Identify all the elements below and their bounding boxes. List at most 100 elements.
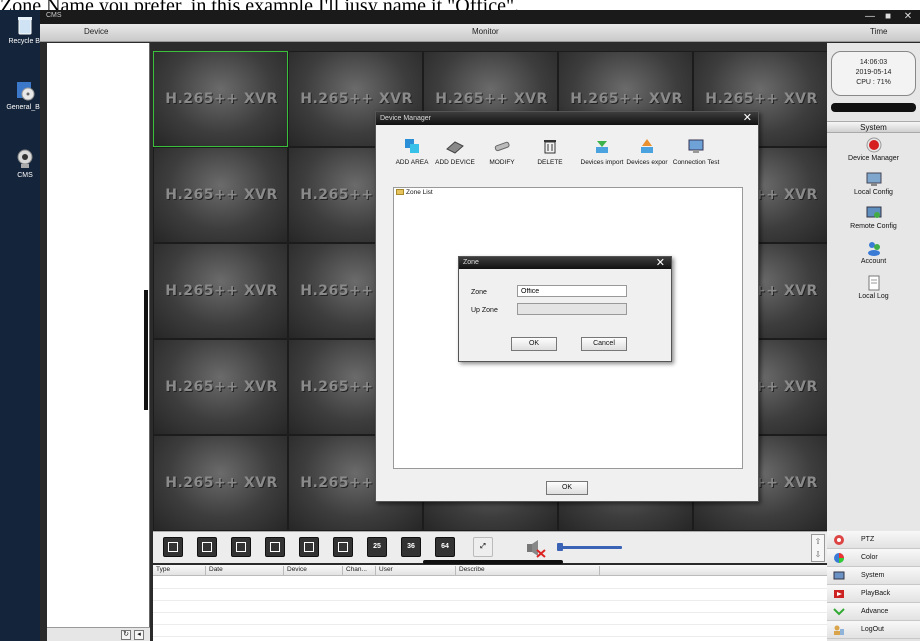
log-splitter[interactable] [423, 560, 563, 564]
menu-label: System [861, 572, 885, 579]
video-cell-watermark: H.265++ XVR [165, 475, 278, 491]
menu-ptz[interactable]: PTZ [827, 531, 920, 549]
disc-icon [17, 82, 35, 101]
table-row[interactable] [153, 601, 827, 613]
volume-slider[interactable] [560, 546, 622, 549]
video-cell-watermark: H.265++ XVR [165, 91, 278, 107]
up-zone-input[interactable] [517, 303, 627, 315]
system-icon [833, 571, 845, 580]
col-describe[interactable]: Describe [455, 566, 485, 576]
layout-grid-icon [236, 542, 246, 552]
menu-local-config[interactable]: Local Config [827, 171, 920, 196]
header-device: Device [84, 27, 109, 36]
col-date[interactable]: Date [205, 566, 223, 576]
zone-dialog-titlebar[interactable]: Zone ✕ [459, 257, 671, 269]
layout-button-64[interactable]: 64 [435, 537, 455, 557]
table-row[interactable] [153, 613, 827, 625]
layout-button-4[interactable] [197, 537, 217, 557]
panel-splitter[interactable] [144, 290, 148, 410]
video-cell[interactable]: H.265++ XVR [153, 339, 288, 435]
layout-button-16[interactable] [333, 537, 353, 557]
tree-root-zone-list[interactable]: Zone List [396, 189, 433, 196]
collapse-icon[interactable]: ◂ [134, 630, 144, 640]
maximize-button[interactable]: ■ [880, 10, 896, 24]
zone-label: Zone [471, 289, 487, 296]
layout-grid-icon [168, 542, 178, 552]
video-cell-watermark: H.265++ XVR [300, 91, 413, 107]
zone-name-input[interactable] [517, 285, 627, 297]
zone-cancel-button[interactable]: Cancel [581, 337, 627, 351]
import-icon [596, 141, 608, 153]
dialog-title: Zone [463, 259, 479, 266]
video-cell-watermark: H.265++ XVR [705, 91, 818, 107]
fullscreen-button[interactable]: ⤢ [473, 537, 493, 557]
menu-advance[interactable]: Advance [827, 603, 920, 621]
mute-icon[interactable] [525, 538, 547, 558]
device-manager-titlebar[interactable]: Device Manager ✕ [376, 112, 758, 125]
tree-root-label: Zone List [406, 189, 433, 196]
menu-account[interactable]: Account [827, 240, 920, 265]
trash-icon [544, 140, 556, 154]
close-icon[interactable]: ✕ [656, 257, 665, 269]
video-cell-watermark: H.265++ XVR [165, 187, 278, 203]
connection-test-icon [688, 139, 704, 153]
remote-config-icon [866, 206, 881, 218]
connection-test-button[interactable]: Connection Test [667, 135, 725, 166]
menu-color[interactable]: Color [827, 549, 920, 567]
window-title: CMS [46, 12, 62, 19]
video-cell[interactable]: H.265++ XVR [153, 435, 288, 531]
video-cell[interactable]: H.265++ XVR [153, 147, 288, 243]
red-record-icon [866, 137, 881, 153]
menu-label: Remote Config [850, 223, 897, 230]
close-icon[interactable]: ✕ [743, 112, 752, 125]
status-box: 14:06:03 2019-05-14 CPU : 71% [831, 51, 916, 96]
close-button[interactable]: ✕ [900, 10, 916, 24]
zone-ok-button[interactable]: OK [511, 337, 557, 351]
menu-playback[interactable]: PlayBack [827, 585, 920, 603]
col-channel[interactable]: Chan... [342, 566, 367, 576]
menu-logout[interactable]: LogOut [827, 621, 920, 639]
video-cell-watermark: H.265++ XVR [165, 379, 278, 395]
device-manager-toolbar: ADD AREA ADD DEVICE MODIFY DELETE Device… [393, 135, 743, 181]
status-bar [831, 103, 916, 112]
col-spacer [599, 566, 603, 576]
ptz-icon [834, 535, 844, 545]
scroll-arrows[interactable]: ⇧ ⇩ [811, 534, 825, 562]
table-row[interactable] [153, 577, 827, 589]
col-device[interactable]: Device [283, 566, 307, 576]
device-manager-ok-button[interactable]: OK [546, 481, 588, 495]
menu-system[interactable]: System [827, 567, 920, 585]
add-device-icon [446, 141, 464, 154]
refresh-icon[interactable]: ↻ [121, 630, 131, 640]
log-icon [868, 275, 879, 291]
layout-button-1[interactable] [163, 537, 183, 557]
video-cell[interactable]: H.265++ XVR [153, 51, 288, 147]
table-row[interactable] [153, 625, 827, 637]
webcam-icon [17, 149, 33, 168]
layout-button-9[interactable] [299, 537, 319, 557]
layout-grid-icon [338, 542, 348, 552]
menu-label: Device Manager [848, 155, 899, 162]
col-type[interactable]: Type [153, 566, 170, 576]
layout-button-8[interactable] [265, 537, 285, 557]
delete-button[interactable]: DELETE [521, 135, 579, 166]
menu-label: LogOut [861, 626, 884, 633]
desktop-icon-label: Recycle Bi [8, 38, 42, 45]
layout-button-36[interactable]: 36 [401, 537, 421, 557]
table-row[interactable] [153, 589, 827, 601]
menu-local-log[interactable]: Local Log [827, 275, 920, 300]
status-date: 2019-05-14 [855, 69, 892, 76]
layout-button-25[interactable]: 25 [367, 537, 387, 557]
menu-label: PTZ [861, 536, 875, 543]
system-header[interactable]: System [827, 121, 920, 133]
menu-remote-config[interactable]: Remote Config [827, 205, 920, 230]
layout-toolbar: ⤢ ⇧ ⇩ 25 36 64 [153, 531, 827, 563]
menu-device-manager[interactable]: Device Manager [827, 137, 920, 162]
layout-button-6[interactable] [231, 537, 251, 557]
minimize-button[interactable]: — [862, 10, 878, 24]
header-time: Time [870, 27, 888, 36]
col-user[interactable]: User [375, 566, 393, 576]
video-cell-watermark: H.265++ XVR [435, 91, 548, 107]
video-cell[interactable]: H.265++ XVR [153, 243, 288, 339]
device-tree-panel[interactable] [47, 43, 150, 641]
